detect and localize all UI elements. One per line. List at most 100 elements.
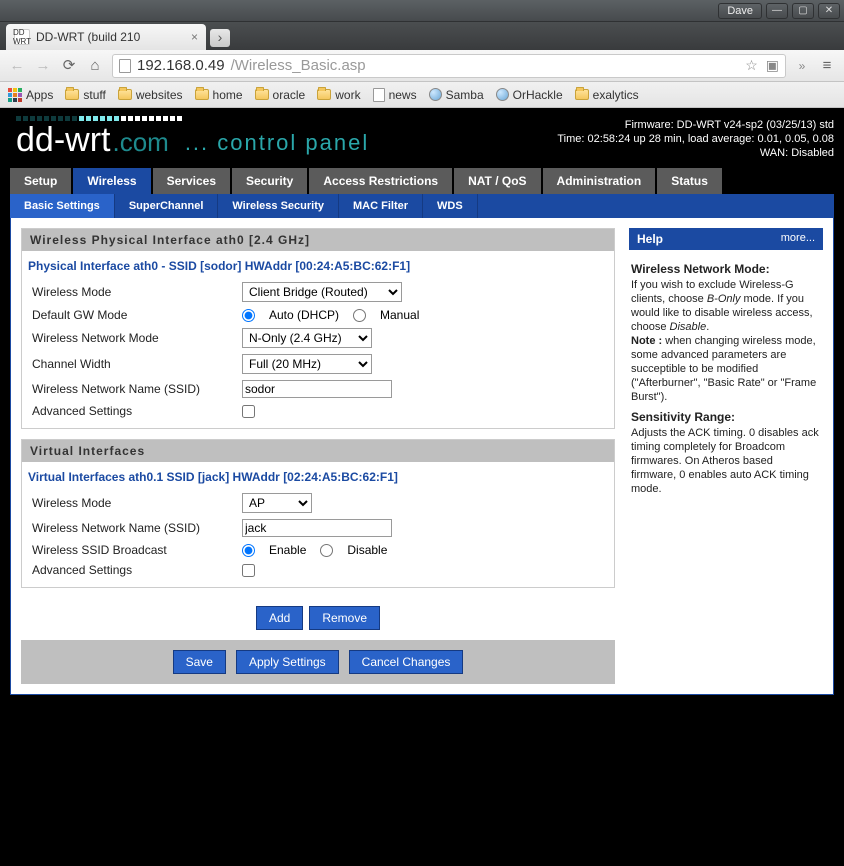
reload-button[interactable]: ⟳	[60, 57, 78, 75]
time-text: Time: 02:58:24 up 28 min, load average: …	[557, 132, 834, 146]
url-path: /Wireless_Basic.asp	[231, 57, 366, 74]
firmware-text: Firmware: DD-WRT v24-sp2 (03/25/13) std	[557, 118, 834, 132]
subtab-wireless-security[interactable]: Wireless Security	[218, 194, 339, 218]
tab-services[interactable]: Services	[153, 168, 230, 194]
label-gw-mode: Default GW Mode	[32, 308, 242, 322]
bookmark-apps[interactable]: Apps	[8, 88, 53, 102]
star-icon[interactable]: ☆	[745, 57, 758, 74]
tab-access-restrictions[interactable]: Access Restrictions	[309, 168, 452, 194]
browser-tab[interactable]: DDWRT DD-WRT (build 210 ×	[6, 24, 206, 50]
save-button[interactable]: Save	[173, 650, 226, 674]
bookmarks-bar: Apps stuff websites home oracle work new…	[0, 82, 844, 108]
bookmark-samba[interactable]: Samba	[429, 88, 484, 102]
page-icon	[373, 88, 385, 102]
tab-wireless[interactable]: Wireless	[73, 168, 150, 194]
new-tab-button[interactable]: ›	[210, 29, 230, 47]
maximize-button[interactable]: ▢	[792, 3, 814, 19]
folder-icon	[575, 89, 589, 100]
subtab-superchannel[interactable]: SuperChannel	[115, 194, 219, 218]
checkbox-advanced[interactable]	[242, 405, 255, 418]
minimize-button[interactable]: —	[766, 3, 788, 19]
virtual-interfaces-fieldset: Virtual Interfaces Virtual Interfaces at…	[21, 439, 615, 588]
virtual-subheader: Virtual Interfaces ath0.1 SSID [jack] HW…	[22, 462, 614, 490]
radio-bcast-enable[interactable]	[242, 544, 255, 557]
help-p2: Adjusts the ACK timing. 0 disables ack t…	[631, 426, 821, 496]
menu-button[interactable]: ≡	[818, 57, 836, 75]
label-virt-ssid: Wireless Network Name (SSID)	[32, 521, 242, 535]
globe-icon	[496, 88, 509, 101]
browser-toolbar: ← → ⟳ ⌂ 192.168.0.49/Wireless_Basic.asp …	[0, 50, 844, 82]
input-virt-ssid[interactable]	[242, 519, 392, 537]
bookmark-home[interactable]: home	[195, 88, 243, 102]
physical-interface-fieldset: Wireless Physical Interface ath0 [2.4 GH…	[21, 228, 615, 429]
tab-security[interactable]: Security	[232, 168, 307, 194]
radio-gw-auto[interactable]	[242, 309, 255, 322]
bookmark-websites[interactable]: websites	[118, 88, 183, 102]
folder-icon	[65, 89, 79, 100]
home-button[interactable]: ⌂	[86, 57, 104, 75]
label-broadcast: Wireless SSID Broadcast	[32, 543, 242, 557]
tab-administration[interactable]: Administration	[543, 168, 656, 194]
label-virt-advanced: Advanced Settings	[32, 563, 242, 577]
help-box: Help more... Wireless Network Mode: If y…	[629, 228, 823, 502]
status-info: Firmware: DD-WRT v24-sp2 (03/25/13) std …	[557, 114, 834, 162]
bookmark-news[interactable]: news	[373, 88, 417, 102]
tab-nat-qos[interactable]: NAT / QoS	[454, 168, 540, 194]
help-more-link[interactable]: more...	[781, 232, 815, 246]
physical-legend: Wireless Physical Interface ath0 [2.4 GH…	[22, 229, 614, 251]
user-menu[interactable]: Dave	[718, 3, 762, 19]
bookmark-orhackle[interactable]: OrHackle	[496, 88, 563, 102]
tab-status[interactable]: Status	[657, 168, 722, 194]
select-virt-mode[interactable]: AP	[242, 493, 312, 513]
device-icon[interactable]: ▣	[766, 57, 779, 74]
subtab-mac-filter[interactable]: MAC Filter	[339, 194, 423, 218]
add-button[interactable]: Add	[256, 606, 303, 630]
logo: dd-wrt.com	[16, 121, 169, 160]
address-bar[interactable]: 192.168.0.49/Wireless_Basic.asp ☆ ▣	[112, 54, 786, 78]
label-ssid: Wireless Network Name (SSID)	[32, 382, 242, 396]
window-titlebar: Dave — ▢ ✕	[0, 0, 844, 22]
bookmark-exalytics[interactable]: exalytics	[575, 88, 639, 102]
select-network-mode[interactable]: N-Only (2.4 GHz)	[242, 328, 372, 348]
back-button[interactable]: ←	[8, 57, 26, 75]
decoration-dots	[10, 114, 369, 121]
tab-setup[interactable]: Setup	[10, 168, 71, 194]
remove-button[interactable]: Remove	[309, 606, 380, 630]
subtab-basic-settings[interactable]: Basic Settings	[10, 194, 115, 218]
bookmark-stuff[interactable]: stuff	[65, 88, 105, 102]
tagline: ... control panel	[185, 130, 369, 156]
label-advanced: Advanced Settings	[32, 404, 242, 418]
globe-icon	[429, 88, 442, 101]
tab-close-icon[interactable]: ×	[191, 30, 198, 44]
apps-icon	[8, 88, 22, 102]
folder-icon	[195, 89, 209, 100]
bookmark-oracle[interactable]: oracle	[255, 88, 306, 102]
label-network-mode: Wireless Network Mode	[32, 331, 242, 345]
label-channel-width: Channel Width	[32, 357, 242, 371]
radio-gw-manual[interactable]	[353, 309, 366, 322]
subtab-wds[interactable]: WDS	[423, 194, 478, 218]
select-channel-width[interactable]: Full (20 MHz)	[242, 354, 372, 374]
favicon-icon: DDWRT	[14, 29, 30, 45]
overflow-button[interactable]: »	[794, 59, 810, 73]
browser-tabstrip: DDWRT DD-WRT (build 210 × ›	[0, 22, 844, 50]
label-disable: Disable	[347, 543, 387, 557]
user-name: Dave	[727, 5, 753, 17]
cancel-button[interactable]: Cancel Changes	[349, 650, 464, 674]
label-virt-mode: Wireless Mode	[32, 496, 242, 510]
wan-text: WAN: Disabled	[557, 146, 834, 160]
url-host: 192.168.0.49	[137, 57, 225, 74]
apply-button[interactable]: Apply Settings	[236, 650, 339, 674]
input-ssid[interactable]	[242, 380, 392, 398]
label-gw-auto: Auto (DHCP)	[269, 308, 339, 322]
checkbox-virt-advanced[interactable]	[242, 564, 255, 577]
radio-bcast-disable[interactable]	[320, 544, 333, 557]
tab-title: DD-WRT (build 210	[36, 30, 140, 44]
close-button[interactable]: ✕	[818, 3, 840, 19]
page-icon	[119, 59, 131, 73]
bookmark-work[interactable]: work	[317, 88, 360, 102]
select-wireless-mode[interactable]: Client Bridge (Routed)	[242, 282, 402, 302]
label-enable: Enable	[269, 543, 306, 557]
forward-button[interactable]: →	[34, 57, 52, 75]
help-p1: If you wish to exclude Wireless-G client…	[631, 278, 821, 404]
